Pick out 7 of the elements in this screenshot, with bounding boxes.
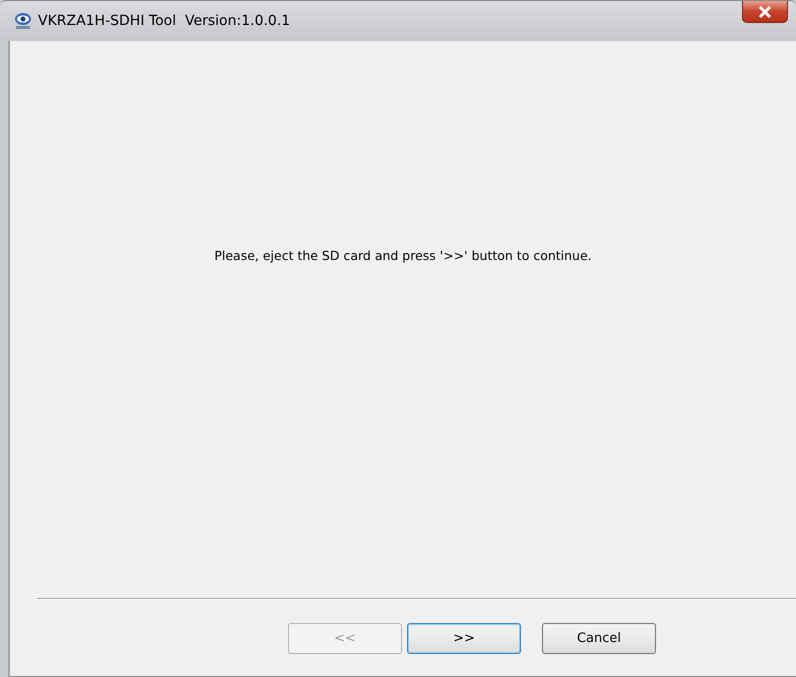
- close-icon: [758, 6, 772, 18]
- eye-logo-icon: [14, 12, 32, 30]
- wizard-button[interactable]: >>: [407, 623, 521, 654]
- instruction-text: Please, eject the SD card and press '>>' button to continue.: [214, 248, 592, 263]
- window-title: VKRZA1H-SDHI Tool Version:1.0.0.1: [38, 13, 290, 29]
- close-button[interactable]: [742, 1, 788, 23]
- wizard-button[interactable]: Cancel: [542, 623, 656, 654]
